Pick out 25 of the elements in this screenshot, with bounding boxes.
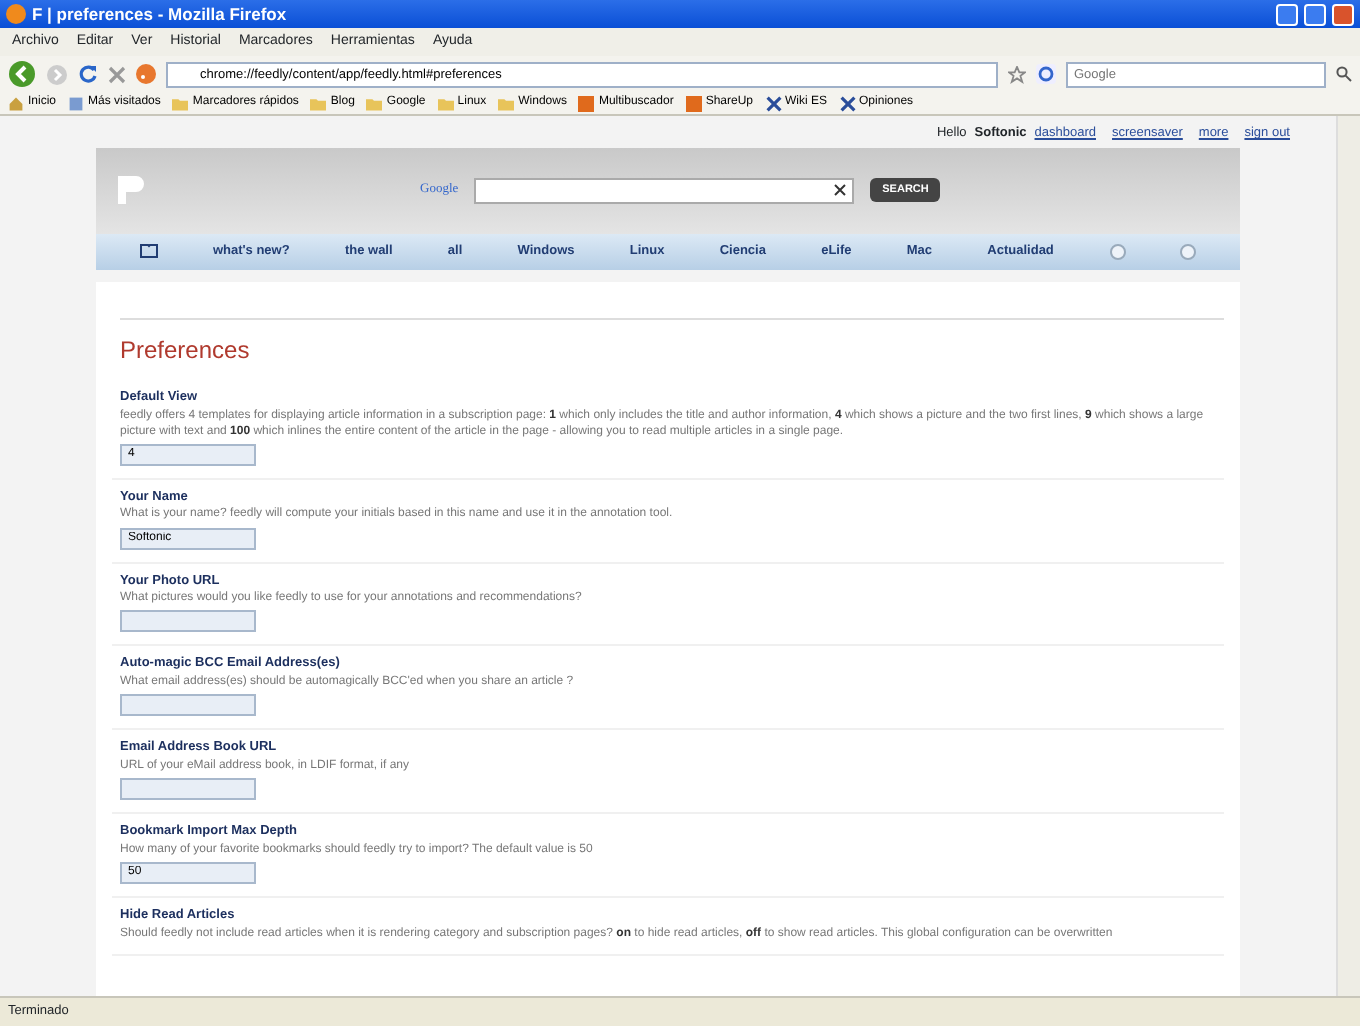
page-title: Preferences xyxy=(120,317,1224,368)
back-icon[interactable] xyxy=(8,60,36,88)
clear-icon[interactable] xyxy=(834,184,847,197)
page-icon[interactable] xyxy=(68,95,85,111)
firefox-logo-icon xyxy=(6,4,26,24)
site-icon[interactable] xyxy=(578,95,595,111)
minimize-button[interactable] xyxy=(1276,3,1298,25)
window-title: F | preferences - Mozilla Firefox xyxy=(32,1,289,27)
search-icon[interactable] xyxy=(1336,66,1352,82)
star-icon[interactable] xyxy=(1008,65,1026,83)
scrollbar[interactable] xyxy=(1336,116,1360,996)
book-icon[interactable] xyxy=(139,244,158,259)
setting-field[interactable] xyxy=(120,610,256,633)
site-icon[interactable] xyxy=(685,95,702,111)
cross-icon[interactable] xyxy=(765,95,782,111)
maximize-button[interactable] xyxy=(1304,3,1326,25)
rss-icon[interactable] xyxy=(136,64,156,84)
reload-icon[interactable] xyxy=(78,64,98,84)
header-search-field[interactable] xyxy=(474,177,855,204)
setting-field[interactable] xyxy=(120,778,256,801)
cross-icon[interactable] xyxy=(839,95,856,111)
stop-icon[interactable] xyxy=(108,65,126,83)
close-button[interactable] xyxy=(1332,3,1354,25)
setting-field[interactable] xyxy=(120,694,256,717)
forward-icon[interactable] xyxy=(46,63,68,85)
